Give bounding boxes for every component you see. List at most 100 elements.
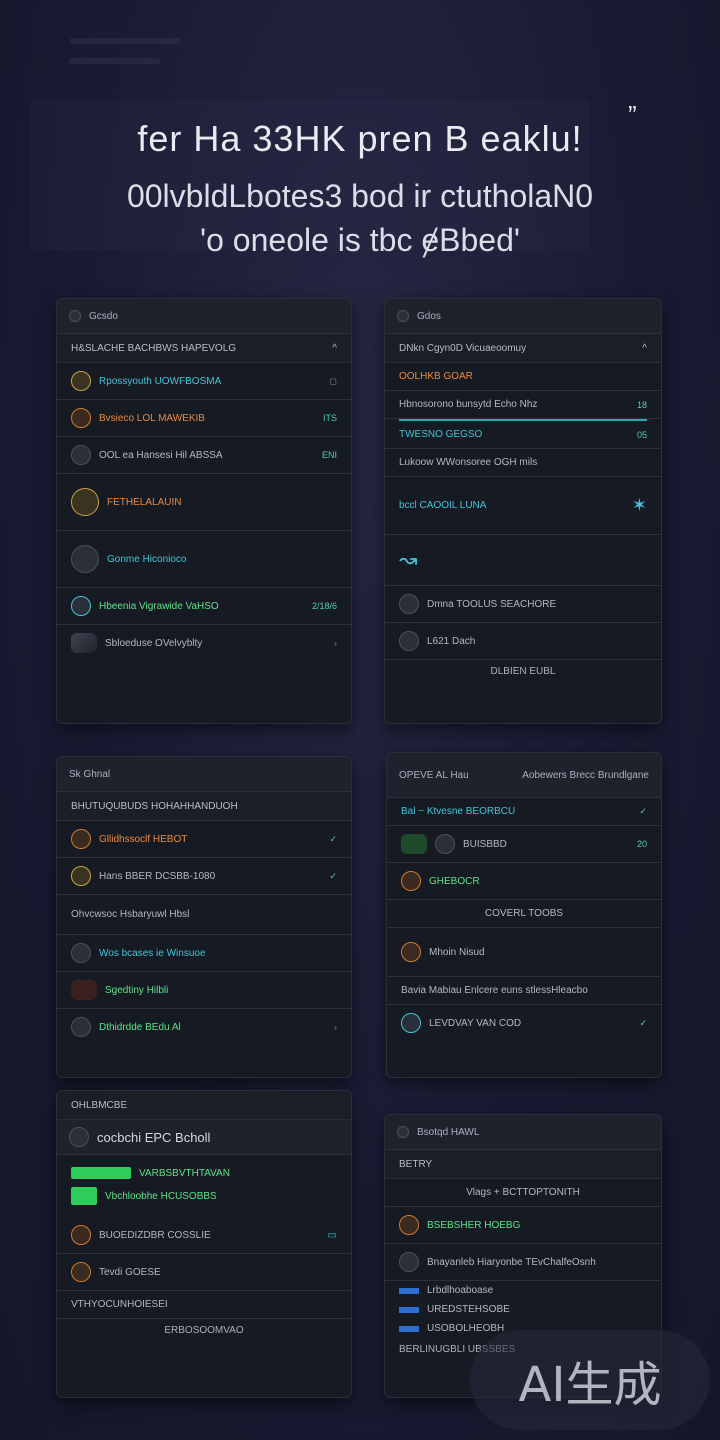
list-item[interactable]: Vbchloobhe HCUSOBBS bbox=[71, 1183, 337, 1209]
card-panel-5[interactable]: OHLBMCBE cocbchi EPC Bcholl VARBSBVTHTAV… bbox=[56, 1090, 352, 1398]
avatar bbox=[399, 594, 419, 614]
chevron-up-icon[interactable]: ^ bbox=[642, 343, 647, 354]
avatar bbox=[435, 834, 455, 854]
check-icon: ✓ bbox=[329, 833, 337, 844]
avatar bbox=[401, 942, 421, 962]
item-thumbnail-icon bbox=[71, 633, 97, 653]
color-swatch bbox=[399, 1325, 419, 1332]
quote-mark: ” bbox=[628, 100, 637, 130]
item-thumbnail-icon bbox=[401, 834, 427, 854]
list-item[interactable]: BSEBSHER HOEBG bbox=[385, 1207, 661, 1244]
avatar bbox=[71, 866, 91, 886]
list-item[interactable]: Mhoin Nisud bbox=[387, 928, 661, 977]
list-item[interactable]: FETHELALAUIN bbox=[57, 474, 351, 531]
list-item[interactable]: OOL ea Hansesi Hil ABSSA ENI bbox=[57, 437, 351, 474]
color-swatch bbox=[399, 1287, 419, 1294]
avatar bbox=[399, 1252, 419, 1272]
panel-title: Sk Ghnal bbox=[69, 768, 111, 780]
list-item[interactable]: UREDSTEHSOBE bbox=[385, 1300, 661, 1319]
star-icon: ✶ bbox=[631, 495, 647, 515]
comment-icon: ◻ bbox=[329, 375, 337, 386]
page-headline: fer Ha 33HK pren B eaklu! bbox=[137, 118, 583, 159]
list-item[interactable]: Rpossyouth UOWFBOSMA ◻ bbox=[57, 363, 351, 400]
status-indicator bbox=[71, 1187, 97, 1205]
list-item[interactable]: Sbloeduse OVelvyblty › bbox=[57, 625, 351, 661]
chevron-right-icon: › bbox=[334, 1022, 337, 1032]
card-panel-3[interactable]: Sk Ghnal BHUTUQUBUDS HOHAHHANDUOH Gllidh… bbox=[56, 756, 352, 1078]
list-item[interactable]: L621 Dach bbox=[385, 623, 661, 660]
chart-preview: ↝ bbox=[385, 535, 661, 586]
coin-icon bbox=[71, 371, 91, 391]
list-item[interactable]: Dthidrdde BEdu Al › bbox=[57, 1009, 351, 1045]
list-item[interactable]: BUISBBD 20 bbox=[387, 826, 661, 863]
list-item[interactable]: Dmna TOOLUS SEACHORE bbox=[385, 586, 661, 623]
card-panel-4[interactable]: OPEVE AL Hau Aobewers Brecc Brundlgane Ba… bbox=[386, 752, 662, 1078]
list-item[interactable]: Wos bcases ie Winsuoe bbox=[57, 935, 351, 972]
panel-footer: ERBOSOOMVAO bbox=[164, 1325, 244, 1336]
avatar bbox=[71, 829, 91, 849]
check-icon: ✓ bbox=[639, 1017, 647, 1028]
list-item[interactable]: Bnayanleb Hiaryonbe TEvChalfeOsnh bbox=[385, 1244, 661, 1281]
avatar bbox=[401, 871, 421, 891]
chevron-up-icon[interactable]: ^ bbox=[332, 343, 337, 354]
panel-subtitle: DNkn Cgyn0D Vicuaeoomuy bbox=[399, 342, 527, 354]
chevron-right-icon: › bbox=[334, 638, 337, 648]
avatar bbox=[71, 545, 99, 573]
list-item[interactable]: VARBSBVTHTAVAN bbox=[71, 1163, 337, 1183]
background-line bbox=[70, 58, 160, 64]
panel-subtitle: BETRY bbox=[399, 1158, 433, 1170]
list-item[interactable]: VTHYOCUNHOIESEI bbox=[57, 1291, 351, 1319]
list-item[interactable]: Vlags + BCTTOPTONITH bbox=[385, 1179, 661, 1207]
panel-subtitle: Aobewers Brecc Brundlgane bbox=[522, 769, 649, 781]
panel-subtitle: H&SLACHE BACHBWS HAPEVOLG bbox=[71, 342, 237, 354]
check-icon: ✓ bbox=[329, 870, 337, 881]
list-item[interactable]: Bvsieco LOL MAWEKIB ITS bbox=[57, 400, 351, 437]
list-item[interactable]: bccl CAOOIL LUNA ✶ bbox=[385, 477, 661, 535]
list-item[interactable]: Lukoow WWonsoree OGH mils bbox=[385, 449, 661, 477]
list-item[interactable]: Sgedtiny Hilbli bbox=[57, 972, 351, 1009]
avatar bbox=[71, 1225, 91, 1245]
avatar bbox=[71, 1017, 91, 1037]
list-item[interactable]: TWESNO GEGSO 05 bbox=[385, 421, 661, 449]
list-item[interactable]: OOLHKB GOAR bbox=[385, 363, 661, 391]
ai-generated-watermark: AI生成 bbox=[470, 1330, 710, 1430]
list-item[interactable]: LEVDVAY VAN COD ✓ bbox=[387, 1005, 661, 1041]
toggle-icon[interactable]: ▭ bbox=[328, 1230, 337, 1241]
background-line bbox=[70, 38, 180, 44]
list-item[interactable]: Tevdi GOESE bbox=[57, 1254, 351, 1291]
list-item[interactable]: Gonme Hiconioco bbox=[57, 531, 351, 588]
page-subheadline: 00lvbldLbotes3 bod ir ctutholaN0 bbox=[126, 178, 594, 214]
list-item[interactable]: Lrbdlhoaboase bbox=[385, 1281, 661, 1300]
list-item[interactable]: Gllidhssoclf HEBOT ✓ bbox=[57, 821, 351, 858]
card-panel-1[interactable]: Gcsdo H&SLACHE BACHBWS HAPEVOLG ^ Rpossyo… bbox=[56, 298, 352, 724]
list-item[interactable]: GHEBOCR bbox=[387, 863, 661, 900]
color-swatch bbox=[399, 1306, 419, 1313]
list-item[interactable]: Hbnosorono bunsytd Echo Nhz 18 bbox=[385, 391, 661, 419]
card-panel-2[interactable]: Gdos DNkn Cgyn0D Vicuaeoomuy ^ OOLHKB GOA… bbox=[384, 298, 662, 724]
panel-title: Gcsdo bbox=[89, 310, 118, 322]
panel-subtitle: OHLBMCBE bbox=[71, 1099, 128, 1111]
list-item[interactable]: Bavia Mabiau Enlcere euns stlessHleacbo bbox=[387, 977, 661, 1005]
panel-title: Gdos bbox=[417, 310, 441, 322]
avatar bbox=[71, 943, 91, 963]
list-item[interactable]: Hans BBER DCSBB-1080 ✓ bbox=[57, 858, 351, 895]
item-thumbnail-icon bbox=[71, 980, 97, 1000]
progress-section: VARBSBVTHTAVAN Vbchloobhe HCUSOBBS bbox=[57, 1155, 351, 1217]
app-icon bbox=[397, 310, 409, 322]
panel-subtitle: BHUTUQUBUDS HOHAHHANDUOH bbox=[71, 800, 238, 812]
sparkline-icon: ↝ bbox=[399, 547, 418, 572]
avatar bbox=[399, 1215, 419, 1235]
list-item[interactable]: Bal ~ Ktvesne BEORBCU ✓ bbox=[387, 798, 661, 826]
avatar bbox=[71, 596, 91, 616]
panel-footer: DLBIEN EUBL bbox=[490, 666, 556, 677]
list-item[interactable]: Ohvcwsoc Hsbaryuwl Hbsl bbox=[57, 895, 351, 935]
panel-title: OPEVE AL Hau bbox=[399, 769, 469, 781]
page-subheadline-2: 'o oneole is tbc ɇBbed' bbox=[200, 222, 520, 258]
app-icon bbox=[397, 1126, 409, 1138]
check-icon: ✓ bbox=[639, 806, 647, 816]
list-item[interactable]: Hbeenia Vigrawide VaHSO 2/18/6 bbox=[57, 588, 351, 625]
avatar bbox=[401, 1013, 421, 1033]
list-item[interactable]: BUOEDIZDBR COSSLIE ▭ bbox=[57, 1217, 351, 1254]
section-header: COVERL TOOBS bbox=[387, 900, 661, 928]
app-icon bbox=[69, 310, 81, 322]
